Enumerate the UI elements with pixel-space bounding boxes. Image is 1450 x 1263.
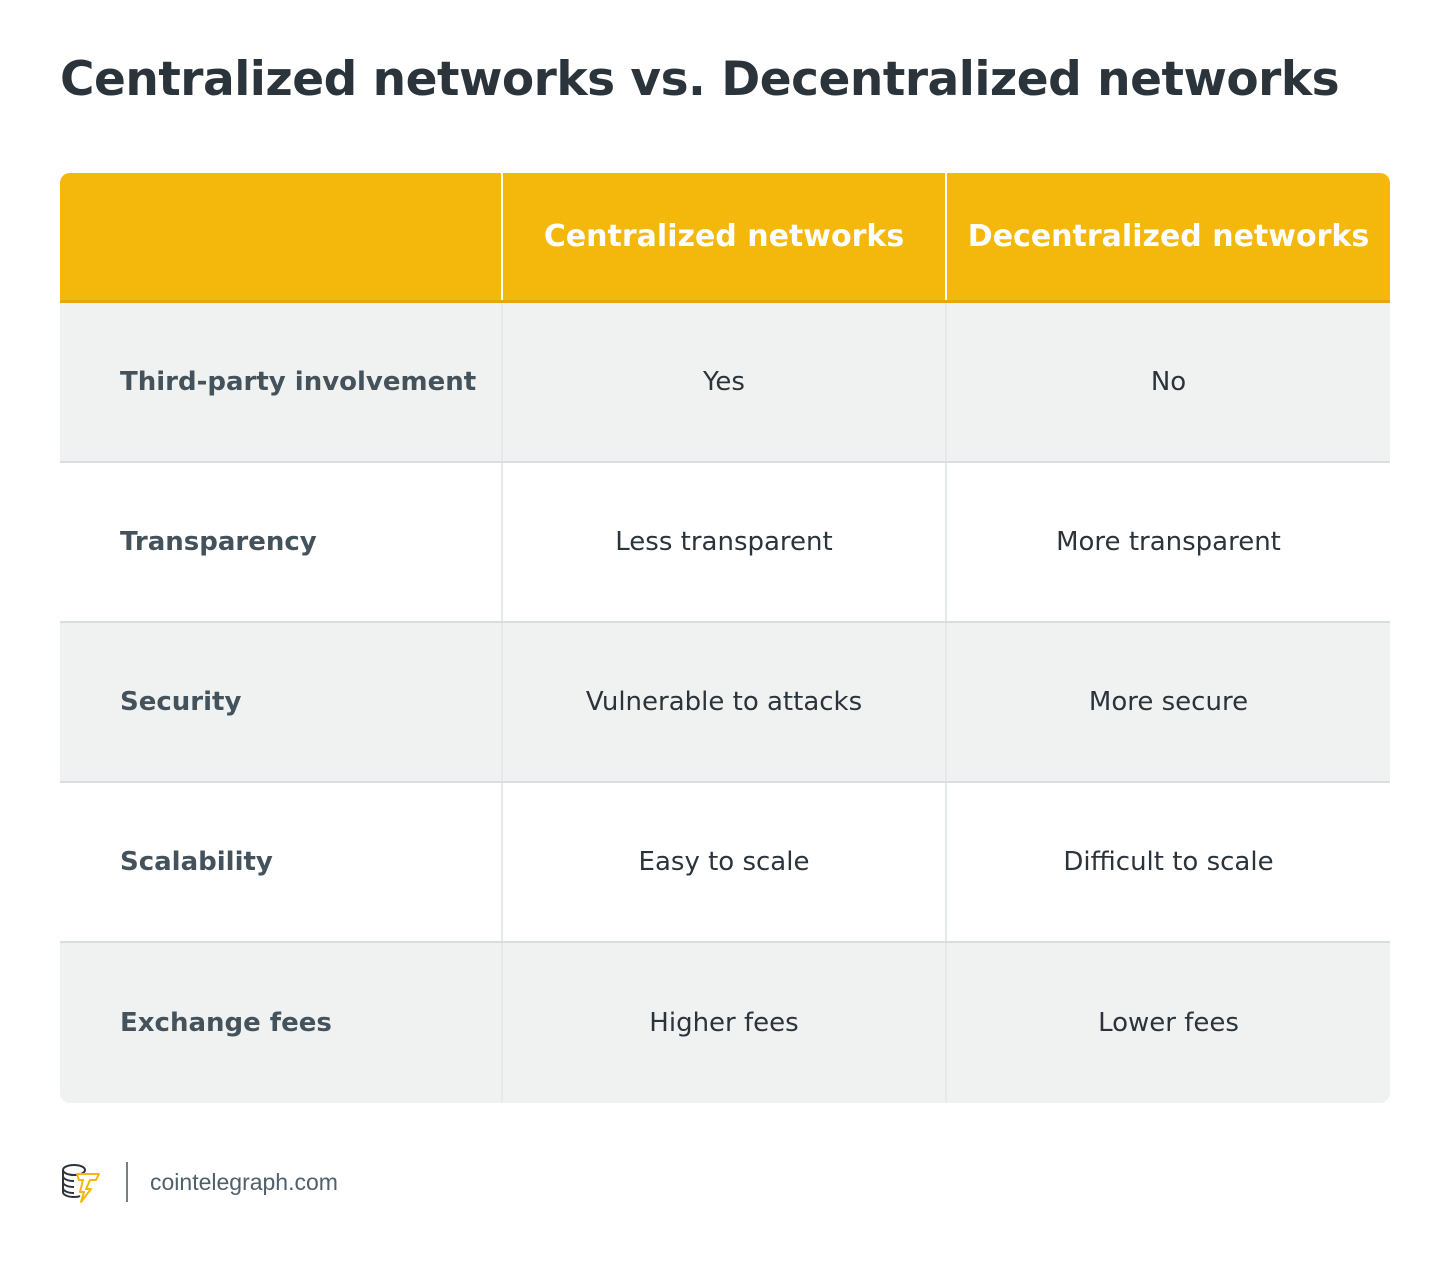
centralized-value: Vulnerable to attacks [503,623,947,781]
header-centralized: Centralized networks [503,173,947,300]
row-label: Transparency [60,463,503,621]
table-row: Exchange fees Higher fees Lower fees [60,943,1390,1103]
decentralized-value: No [1150,367,1187,397]
comparison-table: Centralized networks Decentralized netwo… [60,173,1390,1103]
decentralized-value: Lower fees [1098,1008,1239,1038]
table-row: Scalability Easy to scale Difficult to s… [60,783,1390,943]
decentralized-value: More transparent [1056,527,1281,557]
row-label: Scalability [60,783,503,941]
page-title: Centralized networks vs. Decentralized n… [60,52,1340,107]
header-empty-cell [60,173,503,300]
table-row: Third-party involvement Yes No [60,303,1390,463]
centralized-value: Less transparent [503,463,947,621]
decentralized-value: Difficult to scale [1063,847,1274,877]
table-row: Transparency Less transparent More trans… [60,463,1390,623]
centralized-value: Yes [503,303,947,461]
row-label: Security [60,623,503,781]
site-name: cointelegraph.com [150,1168,338,1195]
row-label: Exchange fees [60,943,503,1103]
header-decentralized: Decentralized networks [967,219,1370,254]
table-row: Security Vulnerable to attacks More secu… [60,623,1390,783]
row-label: Third-party involvement [60,303,503,461]
footer-divider [126,1162,128,1202]
decentralized-value: More secure [1088,687,1249,717]
table-header: Centralized networks Decentralized netwo… [60,173,1390,303]
footer: cointelegraph.com [60,1160,338,1204]
centralized-value: Easy to scale [503,783,947,941]
cointelegraph-logo-icon [62,1164,100,1203]
centralized-value: Higher fees [503,943,947,1103]
